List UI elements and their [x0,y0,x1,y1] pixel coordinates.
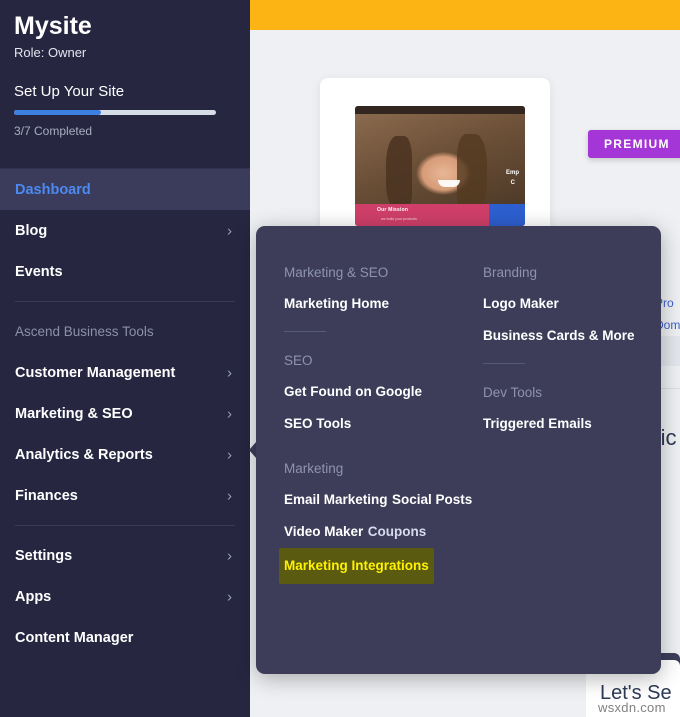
thumbnail-caption-bar: Our Mission we build your products [355,204,525,226]
flyout-right-column: Branding Logo Maker Business Cards & Mor… [483,244,653,440]
flyout-item-video-maker[interactable]: Video Maker [284,516,363,548]
chevron-right-icon: › [227,364,232,381]
sidebar-item-marketing-seo[interactable]: Marketing & SEO › [0,393,250,434]
site-thumbnail[interactable]: Emp C Our Mission we build your products [355,106,525,226]
sidebar-item-label: Blog [15,222,48,239]
thumbnail-photo [355,114,525,210]
sidebar: Mysite Role: Owner Set Up Your Site 3/7 … [0,0,250,717]
watermark: wsxdn.com [598,700,666,715]
sidebar-item-analytics-reports[interactable]: Analytics & Reports › [0,434,250,475]
chevron-right-icon: › [227,446,232,463]
chevron-right-icon: › [227,487,232,504]
flyout-item-get-found-on-google[interactable]: Get Found on Google [284,376,422,408]
site-role-label: Role: Owner [14,45,87,60]
flyout-heading-marketing-seo: Marketing & SEO [284,265,389,280]
sidebar-item-apps[interactable]: Apps › [0,576,250,617]
sidebar-item-events[interactable]: Events [0,251,250,292]
flyout-item-marketing-integrations[interactable]: Marketing Integrations [279,548,434,584]
sidebar-item-label: Finances [15,487,78,504]
premium-badge: PREMIUM [588,130,680,158]
sidebar-item-label: Settings [15,547,73,564]
sidebar-divider [15,301,235,302]
sidebar-section-ascend-business-tools: Ascend Business Tools [15,324,154,339]
sidebar-item-finances[interactable]: Finances › [0,475,250,516]
chevron-right-icon: › [227,405,232,422]
marketing-seo-flyout-menu: Marketing & SEO Marketing Home SEO Get F… [256,226,661,674]
top-orange-bar [250,0,680,30]
flyout-divider-2 [483,363,525,364]
flyout-left-column: Marketing & SEO Marketing Home SEO Get F… [279,244,482,584]
sidebar-item-dashboard[interactable]: Dashboard [0,169,250,210]
sidebar-item-label: Events [15,263,63,280]
chevron-right-icon: › [227,588,232,605]
chevron-right-icon: › [227,547,232,564]
flyout-item-seo-tools[interactable]: SEO Tools [284,408,351,440]
flyout-heading-marketing: Marketing [284,461,344,476]
setup-site-title[interactable]: Set Up Your Site [14,83,124,100]
sidebar-item-blog[interactable]: Blog › [0,210,250,251]
thumbnail-caption-title: Our Mission [377,207,409,213]
thumbnail-caption-accent [489,204,525,226]
setup-progress-fill [14,110,101,115]
flyout-heading-dev-tools: Dev Tools [483,385,543,400]
sidebar-item-label: Content Manager [15,629,134,646]
flyout-heading-seo: SEO [284,353,313,368]
sidebar-item-customer-management[interactable]: Customer Management › [0,352,250,393]
thumbnail-overlay-line-1: Emp [505,170,519,176]
flyout-item-email-marketing[interactable]: Email Marketing [284,484,388,516]
sidebar-item-settings[interactable]: Settings › [0,535,250,576]
sidebar-nav: Dashboard Blog › Events Ascend Business Tool… [0,169,250,658]
sidebar-item-label: Apps [15,588,52,605]
flyout-item-social-posts[interactable]: Social Posts [392,484,472,516]
flyout-heading-branding: Branding [483,265,538,280]
sidebar-item-label: Customer Management [15,364,176,381]
flyout-item-logo-maker[interactable]: Logo Maker [483,288,559,320]
sidebar-item-label: Marketing & SEO [15,405,133,422]
chevron-right-icon: › [227,222,232,239]
flyout-item-business-cards[interactable]: Business Cards & More [483,320,635,352]
flyout-item-coupons[interactable]: Coupons [368,516,427,548]
flyout-item-triggered-emails[interactable]: Triggered Emails [483,408,592,440]
sidebar-item-label: Dashboard [15,181,91,198]
thumbnail-photo-shape-right [457,134,487,210]
sidebar-divider [15,525,235,526]
thumbnail-caption-subtitle: we build your products [381,217,417,221]
thumbnail-overlay-line-2: C [510,180,515,186]
sidebar-item-content-manager[interactable]: Content Manager [0,617,250,658]
sidebar-item-label: Analytics & Reports [15,446,153,463]
thumbnail-header-bar [355,106,525,114]
flyout-item-marketing-home[interactable]: Marketing Home [284,288,389,320]
page-title: Mysite [14,12,92,40]
app-root: Emp C Our Mission we build your products… [0,0,680,717]
flyout-divider-1 [284,331,326,332]
thumbnail-photo-shape-left [385,136,412,208]
setup-progress-bar [14,110,216,115]
setup-progress-label: 3/7 Completed [14,124,93,138]
